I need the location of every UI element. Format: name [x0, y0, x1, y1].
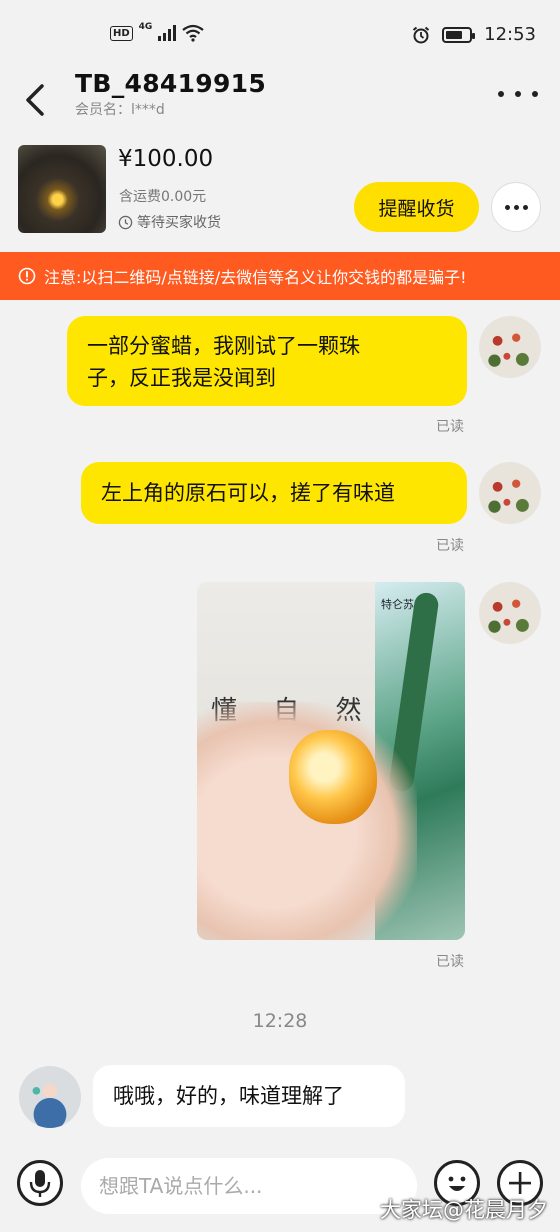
- message-text: 子，反正我是没闻到: [87, 366, 276, 390]
- chat-title: TB_48419915: [75, 69, 267, 98]
- chat-header: TB_48419915 会员名：l***d: [0, 64, 560, 128]
- message-text: 一部分蜜蜡，我刚试了一颗珠: [87, 334, 360, 358]
- status-right: 12:53: [412, 24, 536, 45]
- read-status: 已读: [436, 538, 464, 554]
- order-price: ¥100.00: [118, 146, 214, 172]
- chevron-left-icon: [26, 84, 44, 116]
- product-thumbnail[interactable]: [18, 145, 106, 233]
- status-bar: HD 4G 12:53: [0, 0, 560, 64]
- message-image[interactable]: 特仑苏 懂 自 然: [197, 582, 465, 940]
- status-left: HD 4G: [110, 22, 205, 42]
- warning-text: 注意:以扫二维码/点链接/去微信等名义让你交钱的都是骗子!: [44, 268, 467, 287]
- alarm-icon: [412, 26, 430, 43]
- message-bubble-received[interactable]: 哦哦，好的，味道理解了: [93, 1065, 405, 1127]
- dot-icon: [504, 204, 510, 210]
- image-amber-stone: [289, 730, 377, 824]
- message-bubble-sent[interactable]: 左上角的原石可以，搓了有味道: [81, 462, 467, 524]
- remind-receipt-button[interactable]: 提醒收货: [354, 182, 479, 232]
- dot-icon: [515, 91, 521, 97]
- clock-icon: [118, 215, 133, 229]
- member-name: 会员名：l***d: [75, 102, 165, 118]
- network-type: 4G: [138, 22, 153, 32]
- more-options-button[interactable]: [498, 80, 538, 108]
- order-status: 等待买家收货: [118, 212, 221, 232]
- shipping-fee: 含运费0.00元: [119, 189, 207, 205]
- time-separator: 12:28: [252, 1010, 308, 1032]
- avatar[interactable]: [19, 1066, 81, 1128]
- order-card: ¥100.00 含运费0.00元 等待买家收货 提醒收货: [0, 136, 560, 248]
- avatar[interactable]: [479, 316, 541, 378]
- avatar[interactable]: [479, 582, 541, 644]
- dot-icon: [532, 91, 538, 97]
- signal-icon: [158, 25, 177, 41]
- battery-fill: [446, 30, 462, 39]
- battery-icon: [442, 26, 476, 43]
- warning-icon: [18, 267, 36, 285]
- message-text: 哦哦，好的，味道理解了: [113, 1084, 344, 1108]
- dot-icon: [522, 204, 528, 210]
- image-brand-text: 特仑苏: [381, 598, 414, 611]
- fraud-warning-bar: 注意:以扫二维码/点链接/去微信等名义让你交钱的都是骗子!: [0, 252, 560, 300]
- message-input[interactable]: [81, 1158, 417, 1214]
- wifi-icon: [182, 24, 205, 42]
- watermark: 大家坛@花晨月夕: [380, 1198, 548, 1222]
- dot-icon: [498, 91, 504, 97]
- card-more-button[interactable]: [491, 182, 541, 232]
- read-status: 已读: [436, 419, 464, 435]
- hd-badge: HD: [110, 25, 133, 41]
- avatar[interactable]: [479, 462, 541, 524]
- voice-button[interactable]: [17, 1160, 63, 1206]
- back-button[interactable]: [18, 72, 54, 116]
- message-bubble-sent[interactable]: 一部分蜜蜡，我刚试了一颗珠 子，反正我是没闻到: [67, 316, 467, 406]
- order-status-text: 等待买家收货: [137, 215, 221, 231]
- dot-icon: [513, 204, 519, 210]
- status-time: 12:53: [484, 24, 536, 45]
- microphone-icon: [29, 1170, 51, 1197]
- read-status: 已读: [436, 954, 464, 970]
- message-text: 左上角的原石可以，搓了有味道: [101, 481, 395, 505]
